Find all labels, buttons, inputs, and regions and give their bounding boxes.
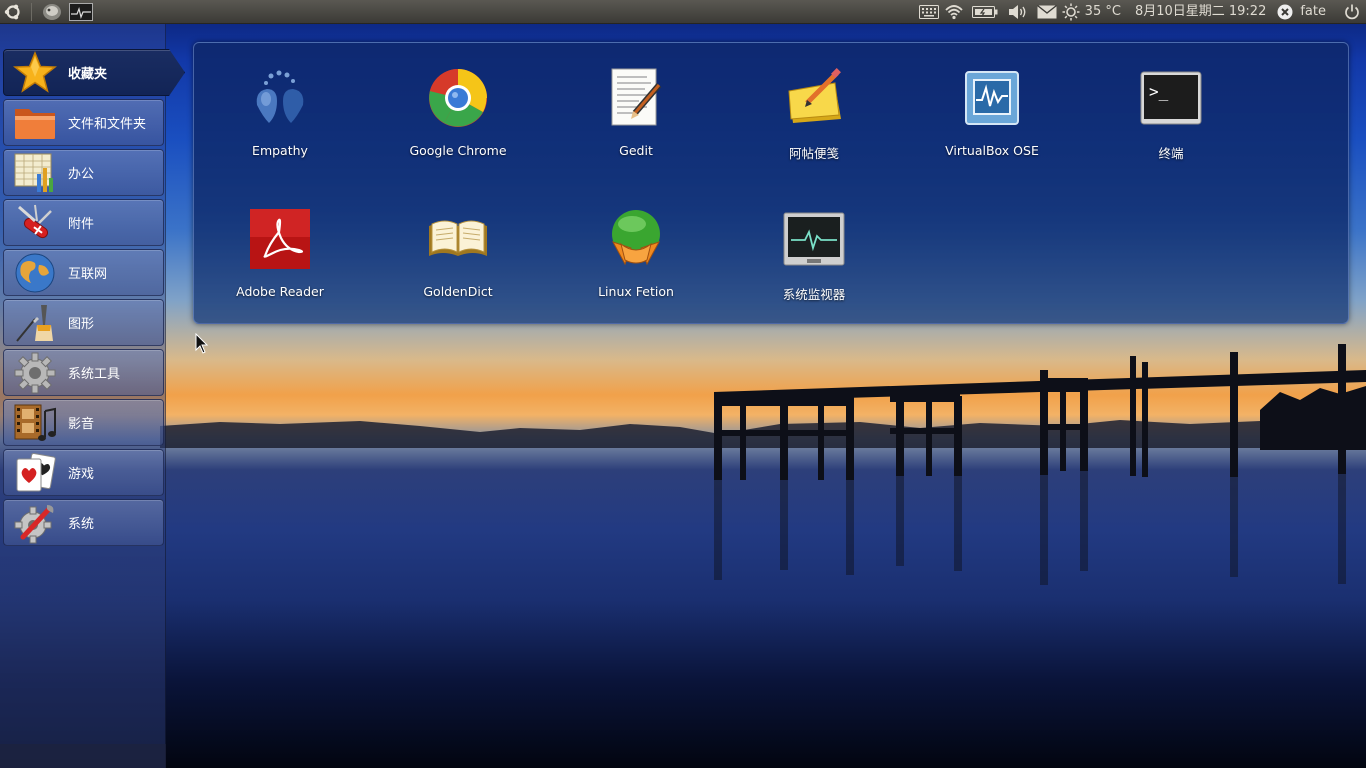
terminal-icon: >_ bbox=[1138, 65, 1204, 131]
sidebar-bottom-bar bbox=[0, 744, 166, 768]
category-games[interactable]: 游戏 bbox=[3, 449, 164, 496]
keyboard-icon[interactable] bbox=[917, 0, 941, 24]
adobe-reader-icon bbox=[247, 206, 313, 272]
cards-icon bbox=[13, 451, 57, 495]
top-panel: 35 °C 8月10日星期二 19:22 fate bbox=[0, 0, 1366, 24]
category-label: 办公 bbox=[68, 167, 95, 182]
wifi-icon[interactable] bbox=[941, 0, 967, 24]
app-label: Linux Fetion bbox=[598, 284, 674, 299]
gedit-icon bbox=[603, 65, 669, 131]
app-label: Gedit bbox=[619, 143, 653, 158]
category-office[interactable]: 办公 bbox=[3, 149, 164, 196]
category-sidebar: 收藏夹 文件和文件夹 办公 附件 互联网 图形 系统工具 影音 游戏 系统 bbox=[0, 24, 185, 768]
category-graphics[interactable]: 图形 bbox=[3, 299, 164, 346]
power-icon[interactable] bbox=[1338, 0, 1366, 24]
app-system-monitor[interactable]: 系统监视器 bbox=[725, 184, 903, 314]
category-label: 系统工具 bbox=[68, 367, 121, 382]
app-terminal[interactable]: >_ 终端 bbox=[1082, 43, 1260, 173]
mouse-cursor-icon bbox=[195, 333, 209, 354]
app-label: Google Chrome bbox=[409, 143, 507, 158]
globe-icon bbox=[13, 251, 57, 295]
app-linux-fetion[interactable]: Linux Fetion bbox=[547, 184, 725, 314]
graphics-brush-icon bbox=[13, 301, 57, 345]
category-label: 文件和文件夹 bbox=[68, 117, 147, 132]
app-label: Empathy bbox=[252, 143, 308, 158]
app-label: 系统监视器 bbox=[782, 287, 846, 302]
notes-icon bbox=[781, 65, 847, 131]
temperature-label[interactable]: 35 °C bbox=[1081, 0, 1131, 24]
mail-icon[interactable] bbox=[1033, 0, 1061, 24]
category-files-folders[interactable]: 文件和文件夹 bbox=[3, 99, 164, 146]
category-label: 系统 bbox=[68, 517, 95, 532]
film-music-icon bbox=[13, 401, 57, 445]
app-gedit[interactable]: Gedit bbox=[547, 43, 725, 173]
gear-icon bbox=[13, 351, 57, 395]
system-monitor-icon bbox=[781, 206, 847, 272]
pier-silhouette bbox=[714, 344, 1366, 585]
username-label[interactable]: fate bbox=[1296, 0, 1338, 24]
category-label: 影音 bbox=[68, 417, 95, 432]
category-favorites[interactable]: 收藏夹 bbox=[3, 49, 185, 96]
folder-icon bbox=[13, 101, 57, 145]
volume-icon[interactable] bbox=[1003, 0, 1033, 24]
app-goldendict[interactable]: GoldenDict bbox=[369, 184, 547, 314]
app-label: 终端 bbox=[1158, 146, 1184, 161]
system-tools-icon bbox=[13, 501, 57, 545]
app-sticky-notes[interactable]: 阿帖便笺 bbox=[725, 43, 903, 173]
category-internet[interactable]: 互联网 bbox=[3, 249, 164, 296]
applications-grid-panel: Empathy Google Chrome Gedit 阿帖便笺 Virtual… bbox=[193, 42, 1349, 324]
system-monitor-icon[interactable] bbox=[66, 0, 96, 24]
app-label: GoldenDict bbox=[423, 284, 493, 299]
battery-icon[interactable] bbox=[967, 0, 1003, 24]
goldendict-icon bbox=[425, 206, 491, 272]
app-google-chrome[interactable]: Google Chrome bbox=[369, 43, 547, 173]
category-label: 收藏夹 bbox=[68, 67, 108, 82]
clock-label[interactable]: 8月10日星期二 19:22 bbox=[1131, 0, 1274, 24]
app-empathy[interactable]: Empathy bbox=[191, 43, 369, 173]
empathy-icon bbox=[247, 65, 313, 131]
office-icon bbox=[13, 151, 57, 195]
gwibber-icon[interactable] bbox=[38, 0, 66, 24]
category-label: 附件 bbox=[68, 217, 95, 232]
category-sound-video[interactable]: 影音 bbox=[3, 399, 164, 446]
app-adobe-reader[interactable]: Adobe Reader bbox=[191, 184, 369, 314]
virtualbox-icon bbox=[959, 65, 1025, 131]
category-label: 互联网 bbox=[68, 267, 108, 282]
app-label: VirtualBox OSE bbox=[945, 143, 1039, 158]
app-label: 阿帖便笺 bbox=[788, 146, 839, 161]
category-system[interactable]: 系统 bbox=[3, 499, 164, 546]
ubuntu-logo-icon[interactable] bbox=[0, 0, 26, 24]
chrome-icon bbox=[425, 65, 491, 131]
category-system-tools[interactable]: 系统工具 bbox=[3, 349, 164, 396]
weather-sun-icon[interactable] bbox=[1061, 0, 1081, 24]
category-label: 图形 bbox=[68, 317, 95, 332]
app-label: Adobe Reader bbox=[236, 284, 324, 299]
category-label: 游戏 bbox=[68, 467, 95, 482]
panel-separator-icon bbox=[26, 0, 38, 24]
fetion-icon bbox=[603, 206, 669, 272]
star-icon bbox=[13, 50, 57, 95]
app-virtualbox[interactable]: VirtualBox OSE bbox=[903, 43, 1081, 173]
user-status-icon[interactable] bbox=[1274, 0, 1296, 24]
category-accessories[interactable]: 附件 bbox=[3, 199, 164, 246]
swiss-knife-icon bbox=[13, 201, 57, 245]
svg-text:>_: >_ bbox=[1149, 82, 1169, 101]
